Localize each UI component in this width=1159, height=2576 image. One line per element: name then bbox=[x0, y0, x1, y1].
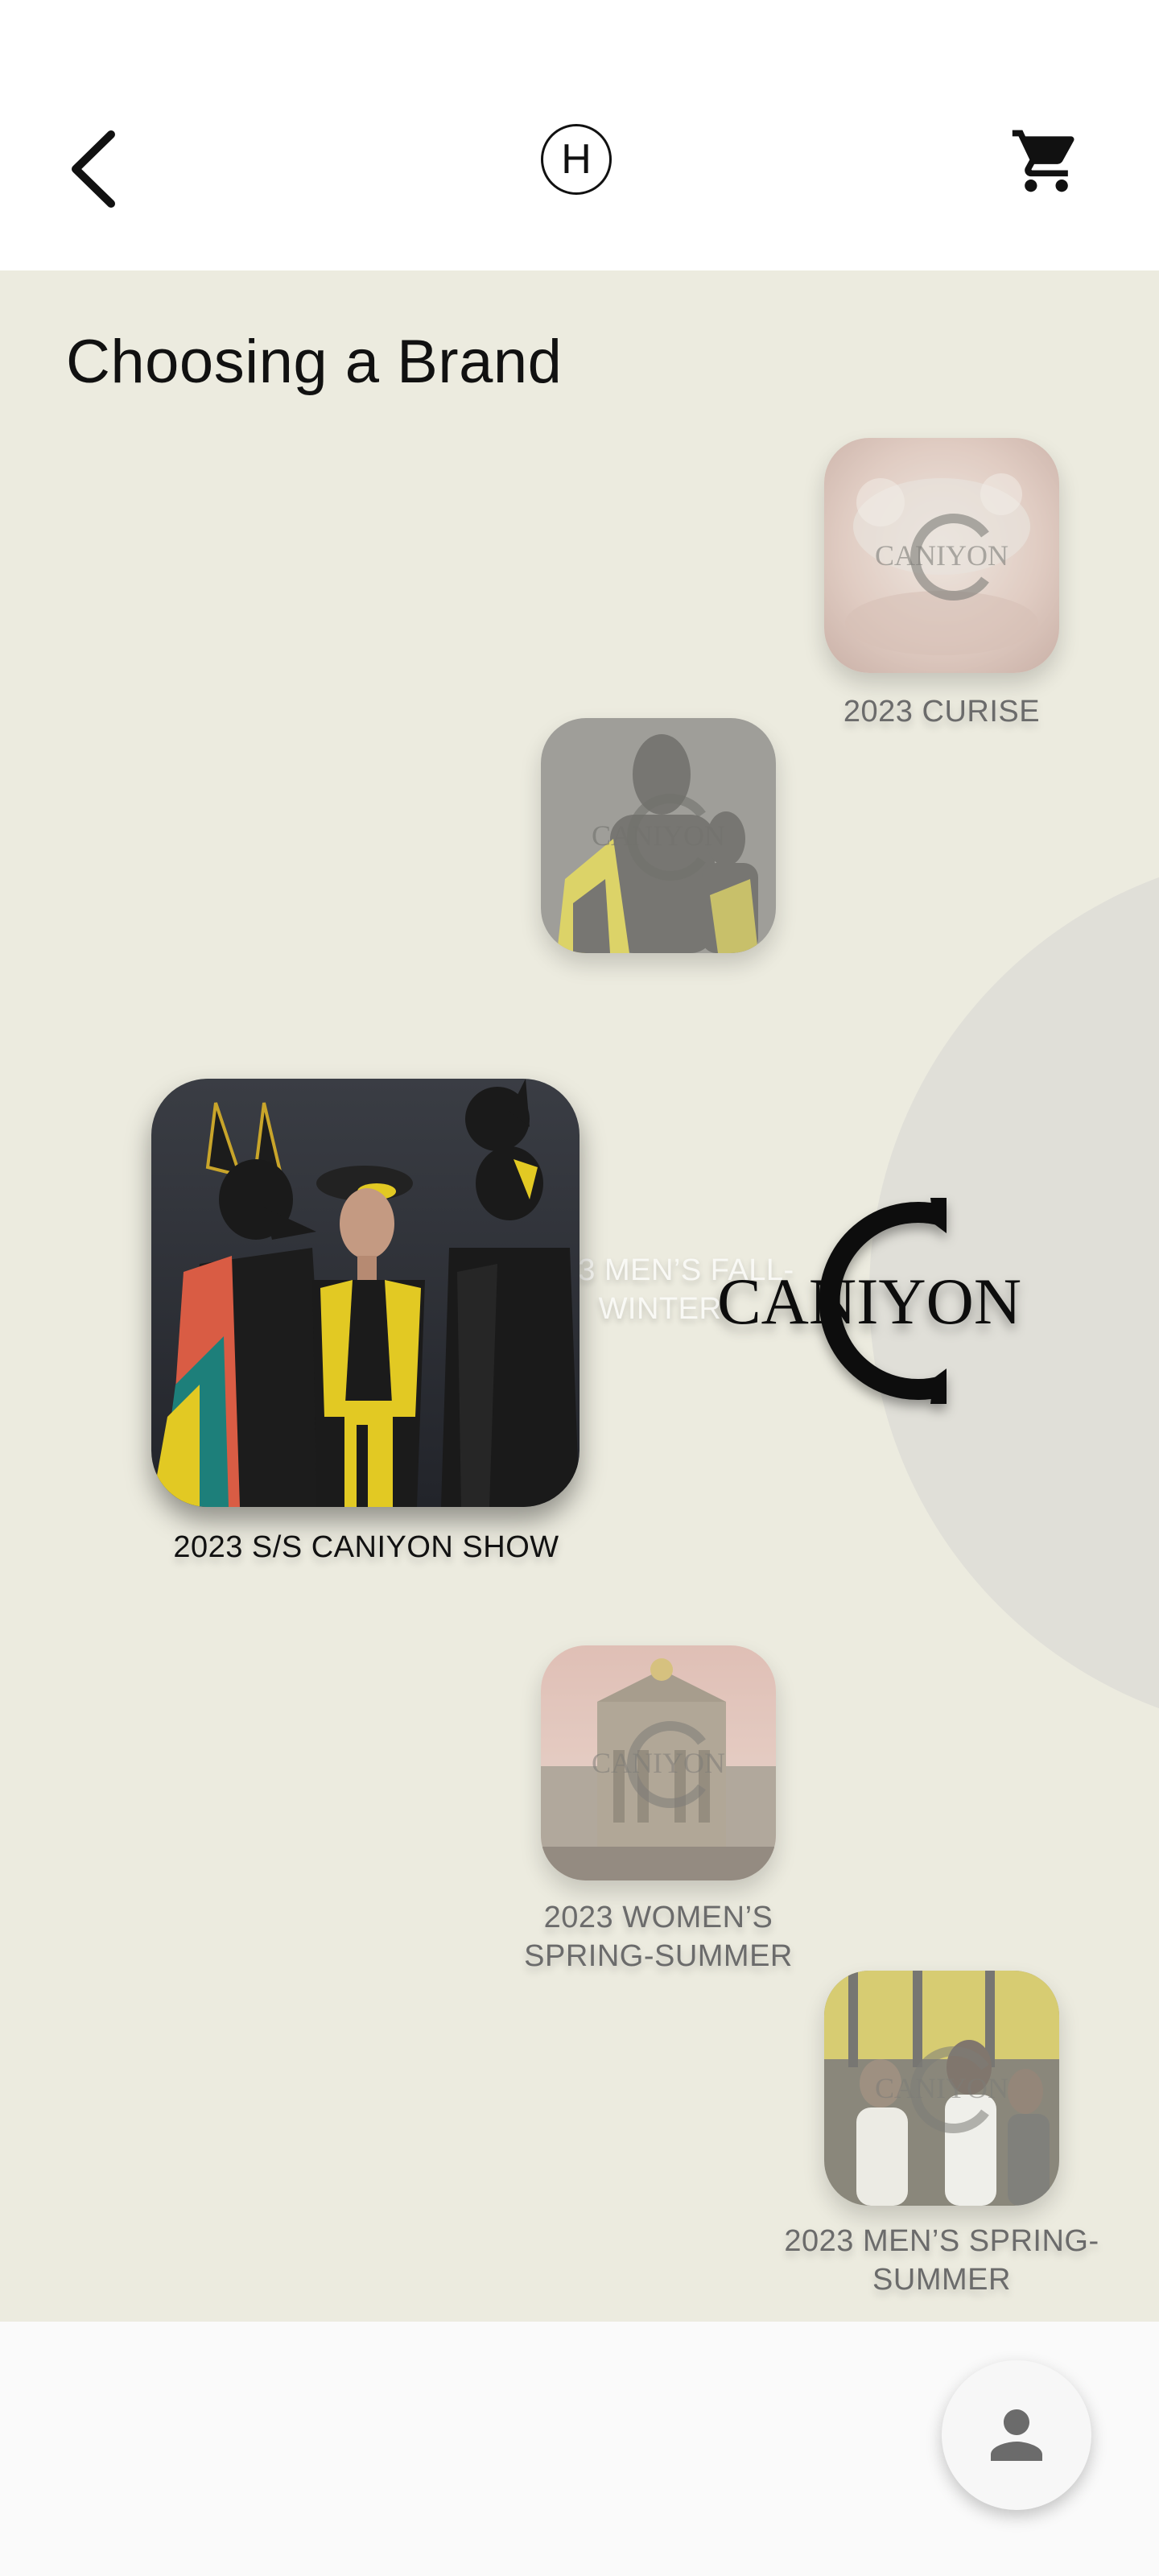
collection-label: 2023 MEN’S SPRING-SUMMER bbox=[784, 2224, 1099, 2297]
collection-thumbnail[interactable]: CANIYON bbox=[541, 718, 776, 953]
caniyon-watermark: CANIYON bbox=[875, 514, 1008, 601]
back-button[interactable] bbox=[56, 121, 129, 217]
cart-button[interactable] bbox=[1006, 121, 1087, 201]
collection-label: 2023 S/S CANIYON SHOW bbox=[173, 1530, 559, 1564]
page-title: Choosing a Brand bbox=[66, 328, 563, 396]
shopping-cart-icon bbox=[1012, 130, 1074, 192]
collection-thumbnail[interactable]: CANIYON bbox=[541, 1645, 776, 1880]
svg-text:CANIYON: CANIYON bbox=[875, 2072, 1008, 2104]
person-icon bbox=[991, 2409, 1042, 2461]
svg-text:CANIYON: CANIYON bbox=[875, 539, 1008, 572]
svg-text:CANIYON: CANIYON bbox=[592, 819, 725, 852]
collection-label: 2023 WOMEN’S SPRING-SUMMER bbox=[524, 1901, 793, 1973]
profile-button[interactable] bbox=[942, 2360, 1091, 2510]
logo-letter: H bbox=[561, 136, 592, 183]
collection-thumbnail[interactable]: CANIYON bbox=[824, 438, 1059, 673]
svg-text:CANIYON: CANIYON bbox=[592, 1747, 725, 1779]
chevron-left-icon bbox=[72, 130, 115, 208]
collection-thumbnail[interactable]: CANIYON bbox=[824, 1971, 1059, 2206]
caniyon-watermark: CANIYON bbox=[875, 2046, 1008, 2133]
brand-logo-h[interactable]: H bbox=[541, 124, 612, 195]
app-header: H bbox=[0, 0, 1159, 270]
collection-label: 2023 CURISE bbox=[843, 695, 1041, 729]
caniyon-watermark: CANIYON bbox=[592, 794, 725, 881]
collection-thumbnail[interactable] bbox=[151, 1079, 580, 1507]
brand-chooser: Choosing a Brand CANIYON CANIYON 2023 CU… bbox=[0, 270, 1159, 2322]
caniyon-watermark: CANIYON bbox=[592, 1721, 725, 1808]
